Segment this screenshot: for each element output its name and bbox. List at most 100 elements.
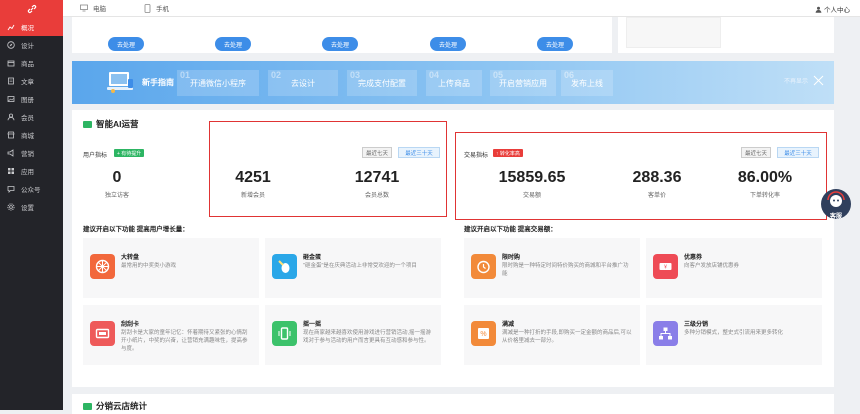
feature-title: 摇一摇 bbox=[303, 322, 322, 328]
customer-service-button[interactable]: 客服 bbox=[820, 188, 852, 226]
feature-card-scratch[interactable]: 刮刮卡 刮刮卡是大家的童年记忆：怀着期待又紧张的心情刮开小纸片，中奖的兴奋，让营… bbox=[83, 305, 259, 365]
ai-operations-card: 智能AI运营 用户指标 + 有待提升 最近七天 最近三十天 0 独立访客 425… bbox=[72, 110, 834, 387]
image-icon bbox=[7, 96, 15, 102]
user-icon bbox=[815, 6, 822, 13]
feature-card-egg[interactable]: 砸金蛋 "砸金蛋"是在庆典活动上非常受欢迎的一个项目 bbox=[265, 238, 441, 298]
user-center[interactable]: 个人中心 bbox=[815, 4, 850, 14]
step-label: 上传商品 bbox=[438, 78, 470, 88]
feature-desc: 现在商家越来越喜欢使用游戏进行营销活动,摇一摇游戏对于参与活动的用户而言更具有互… bbox=[303, 330, 432, 344]
guide-step[interactable]: 02 去设计 bbox=[268, 70, 338, 96]
feature-title: 大转盘 bbox=[121, 255, 140, 261]
logo[interactable] bbox=[0, 0, 63, 18]
feature-card-distribution[interactable]: 三级分销 多种分销模式，整史式引流用来更多转化 bbox=[646, 305, 822, 365]
step-number: 04 bbox=[429, 70, 440, 80]
user-icon bbox=[7, 113, 15, 121]
step-label: 开启营销应用 bbox=[499, 78, 547, 88]
service-label: 客服 bbox=[829, 214, 842, 220]
feature-title: 砸金蛋 bbox=[303, 255, 322, 261]
sidebar-item-label: 设计 bbox=[21, 43, 34, 50]
feature-desc: 向客户发放店铺优惠券 bbox=[684, 263, 740, 269]
sidebar-item-6[interactable]: 商城 bbox=[0, 126, 63, 144]
todo-card: 去处理 去处理 去处理 去处理 去处理 bbox=[72, 17, 612, 53]
sidebar-item-2[interactable]: 商品 bbox=[0, 54, 63, 72]
feature-card-wheel[interactable]: 大转盘 最常用的中奖类小游戏 bbox=[83, 238, 259, 298]
guide-dismiss[interactable]: 不再显示 bbox=[784, 75, 824, 86]
side-info-card bbox=[618, 17, 834, 53]
feature-title: 满减 bbox=[502, 322, 515, 328]
sidebar-item-label: 商城 bbox=[21, 133, 34, 140]
sidebar-item-5[interactable]: 会员 bbox=[0, 108, 63, 126]
mobile-switch[interactable]: 手机 bbox=[144, 3, 169, 13]
sidebar: 概况设计商品文章 图册 会员商城营销 应用 公众号 设置 bbox=[0, 0, 63, 410]
sidebar-item-7[interactable]: 营销 bbox=[0, 144, 63, 162]
dismiss-label: 不再显示 bbox=[783, 79, 808, 85]
feature-title: 三级分销 bbox=[684, 322, 709, 328]
sidebar-item-3[interactable]: 文章 bbox=[0, 72, 63, 90]
gear-icon bbox=[7, 203, 15, 211]
guide-step[interactable]: 01 开通微信小程序 bbox=[177, 70, 259, 96]
step-label: 完成支付配置 bbox=[358, 78, 406, 88]
scratch-card-icon bbox=[90, 321, 115, 346]
pc-switch[interactable]: 电脑 bbox=[80, 3, 106, 13]
todo-button[interactable]: 去处理 bbox=[215, 37, 251, 51]
coupon-icon: ¥ bbox=[653, 254, 678, 279]
step-number: 05 bbox=[493, 70, 504, 80]
feature-card-shake[interactable]: 摇一摇 现在商家越来越喜欢使用游戏进行营销活动,摇一摇游戏对于参与活动的用户而言… bbox=[265, 305, 441, 365]
shake-phone-icon bbox=[272, 321, 297, 346]
guide-step[interactable]: 04 上传商品 bbox=[426, 70, 482, 96]
sidebar-item-label: 商品 bbox=[21, 61, 34, 68]
sidebar-item-10[interactable]: 设置 bbox=[0, 198, 63, 216]
todo-button[interactable]: 去处理 bbox=[430, 37, 466, 51]
step-number: 01 bbox=[180, 70, 191, 80]
ai-icon bbox=[83, 120, 92, 128]
feature-card-flash-sale[interactable]: 限时购 限时购是一种特定时间特价购买的商城和平台推广功能 bbox=[464, 238, 640, 298]
ai-title: 智能AI运营 bbox=[96, 119, 139, 129]
megaphone-icon bbox=[7, 149, 14, 157]
link-logo-icon bbox=[27, 4, 36, 14]
svg-text:¥: ¥ bbox=[664, 265, 667, 271]
step-label: 去设计 bbox=[291, 78, 315, 88]
stat-label: 独立访客 bbox=[104, 193, 129, 199]
monitor-icon bbox=[80, 4, 88, 12]
guide-step[interactable]: 06 发布上线 bbox=[561, 70, 613, 96]
todo-button[interactable]: 去处理 bbox=[537, 37, 573, 51]
feature-card-coupon[interactable]: ¥ 优惠券 向客户发放店铺优惠券 bbox=[646, 238, 822, 298]
feature-card-discount[interactable]: % 满减 满减是一种打折的手段,即购买一定金额的商品后,可以从价格里减去一部分。 bbox=[464, 305, 640, 365]
user-growth-suggestion: 建议开启以下功能 提高用户增长量： bbox=[83, 226, 189, 233]
sidebar-item-0[interactable]: 概况 bbox=[0, 18, 63, 36]
distribution-stats-card: 分销云店统计 bbox=[72, 394, 834, 414]
step-number: 02 bbox=[271, 70, 282, 80]
feature-desc: 刮刮卡是大家的童年记忆：怀着期待又紧张的心情刮开小纸片，中奖的兴奋，让营销充满趣… bbox=[121, 330, 248, 352]
stats-icon bbox=[83, 402, 92, 410]
phone-icon bbox=[144, 3, 151, 13]
mobile-label: 手机 bbox=[156, 6, 169, 13]
todo-button[interactable]: 去处理 bbox=[322, 37, 358, 51]
svg-text:%: % bbox=[480, 331, 486, 338]
timer-icon bbox=[471, 254, 496, 279]
section-title: 智能AI运营 bbox=[83, 118, 139, 130]
stat-value: 0 bbox=[112, 169, 122, 186]
guide-title: 新手指南 bbox=[142, 78, 174, 87]
feature-desc: 多种分销模式，整史式引流用来更多转化 bbox=[684, 330, 784, 336]
section-title: 分销云店统计 bbox=[83, 400, 147, 412]
guide-step[interactable]: 05 开启营销应用 bbox=[490, 70, 556, 96]
guide-step[interactable]: 03 完成支付配置 bbox=[347, 70, 417, 96]
sidebar-item-9[interactable]: 公众号 bbox=[0, 180, 63, 198]
sidebar-item-8[interactable]: 应用 bbox=[0, 162, 63, 180]
feature-title: 优惠券 bbox=[684, 255, 703, 261]
step-label: 发布上线 bbox=[571, 78, 603, 88]
compass-icon bbox=[7, 41, 15, 49]
step-label: 开通微信小程序 bbox=[190, 78, 246, 88]
sidebar-item-4[interactable]: 图册 bbox=[0, 90, 63, 108]
box-icon bbox=[7, 60, 15, 67]
beginner-guide-banner: 新手指南 01 开通微信小程序 02 去设计 03 完成支付配置 04 上传商品 05 开启营销应… bbox=[72, 61, 834, 104]
step-number: 06 bbox=[564, 70, 575, 80]
sidebar-item-1[interactable]: 设计 bbox=[0, 36, 63, 54]
todo-button[interactable]: 去处理 bbox=[108, 37, 144, 51]
step-number: 03 bbox=[350, 70, 361, 80]
distribution-title: 分销云店统计 bbox=[96, 401, 148, 411]
hammer-egg-icon bbox=[272, 254, 297, 279]
chart-icon bbox=[7, 24, 15, 31]
feature-desc: "砸金蛋"是在庆典活动上非常受欢迎的一个项目 bbox=[303, 263, 417, 269]
grid-icon bbox=[8, 168, 14, 174]
